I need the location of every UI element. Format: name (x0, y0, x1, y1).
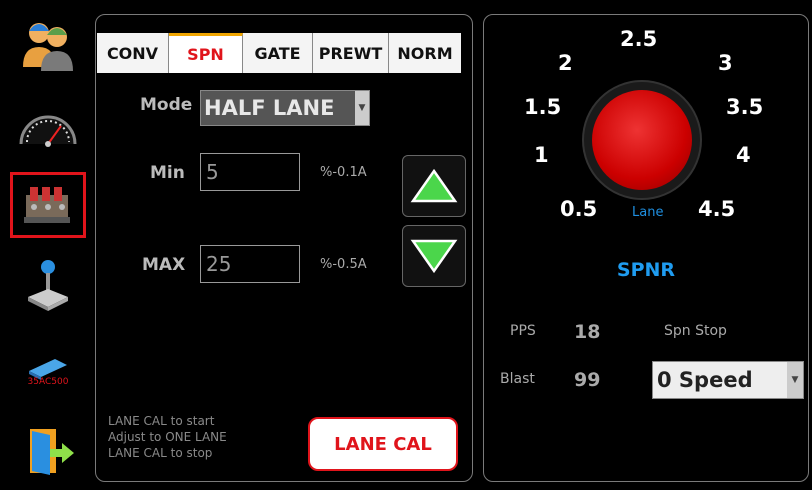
spn-stop-label: Spn Stop (664, 323, 727, 339)
knob-face (592, 90, 692, 190)
controller-icon[interactable]: 35AC500 (10, 338, 86, 404)
dial-tick-1-5: 1.5 (524, 95, 562, 119)
dial-tick-1: 1 (534, 143, 549, 167)
dial-label: Lane (632, 205, 664, 220)
hint-line-1: LANE CAL to start (108, 414, 215, 428)
chevron-down-icon: ▼ (355, 91, 369, 125)
lane-cal-button[interactable]: LANE CAL (308, 417, 458, 471)
spn-stop-select[interactable]: 0 Speed ▼ (652, 361, 804, 399)
arrow-down-icon (410, 239, 458, 274)
spnr-title: SPNR (616, 259, 676, 281)
hint-line-2: Adjust to ONE LANE (108, 430, 227, 444)
dial-tick-3: 3 (718, 51, 733, 75)
joystick-icon[interactable] (10, 252, 86, 318)
arrow-up-icon (410, 168, 458, 203)
spn-stop-select-value: 0 Speed (657, 368, 753, 392)
pps-label: PPS (510, 323, 536, 339)
tab-prewt[interactable]: PREWT (313, 33, 389, 73)
dial-tick-4: 4 (736, 143, 751, 167)
controller-label: 35AC500 (27, 377, 69, 387)
blast-value: 99 (574, 369, 601, 391)
chevron-down-icon: ▼ (787, 362, 803, 398)
valve-block-icon[interactable] (10, 172, 86, 238)
lane-dial-knob[interactable] (584, 82, 700, 198)
spinner-panel: 2.5 2 3 1.5 3.5 1 4 0.5 4.5 Lane SPNR PP… (483, 14, 809, 482)
exit-icon[interactable] (10, 418, 86, 484)
tab-spn[interactable]: SPN (169, 33, 243, 73)
blast-label: Blast (500, 371, 535, 387)
users-icon[interactable] (10, 12, 86, 78)
sidebar: 35AC500 (0, 0, 95, 490)
dial-tick-2-5: 2.5 (620, 27, 658, 51)
max-label: MAX (142, 255, 186, 275)
hint-line-3: LANE CAL to stop (108, 446, 213, 460)
speedometer-icon[interactable] (10, 94, 86, 160)
tab-gate[interactable]: GATE (243, 33, 313, 73)
mode-select-value: HALF LANE (204, 96, 335, 120)
settings-panel: CONV SPN GATE PREWT NORM Mode HALF LANE … (95, 14, 473, 482)
max-input[interactable]: 25 (200, 245, 300, 283)
tab-conv[interactable]: CONV (97, 33, 169, 73)
increase-button[interactable] (402, 155, 466, 217)
max-unit: %-0.5A (320, 257, 367, 272)
mode-select[interactable]: HALF LANE ▼ (200, 90, 370, 126)
mode-label: Mode (140, 95, 193, 115)
min-label: Min (150, 163, 185, 183)
dial-tick-3-5: 3.5 (726, 95, 764, 119)
tab-norm[interactable]: NORM (389, 33, 461, 73)
dial-tick-2: 2 (558, 51, 573, 75)
tab-bar: CONV SPN GATE PREWT NORM (97, 33, 461, 73)
min-unit: %-0.1A (320, 165, 367, 180)
pps-value: 18 (574, 321, 601, 343)
decrease-button[interactable] (402, 225, 466, 287)
dial-tick-0-5: 0.5 (560, 197, 598, 221)
dial-tick-4-5: 4.5 (698, 197, 736, 221)
min-input[interactable]: 5 (200, 153, 300, 191)
